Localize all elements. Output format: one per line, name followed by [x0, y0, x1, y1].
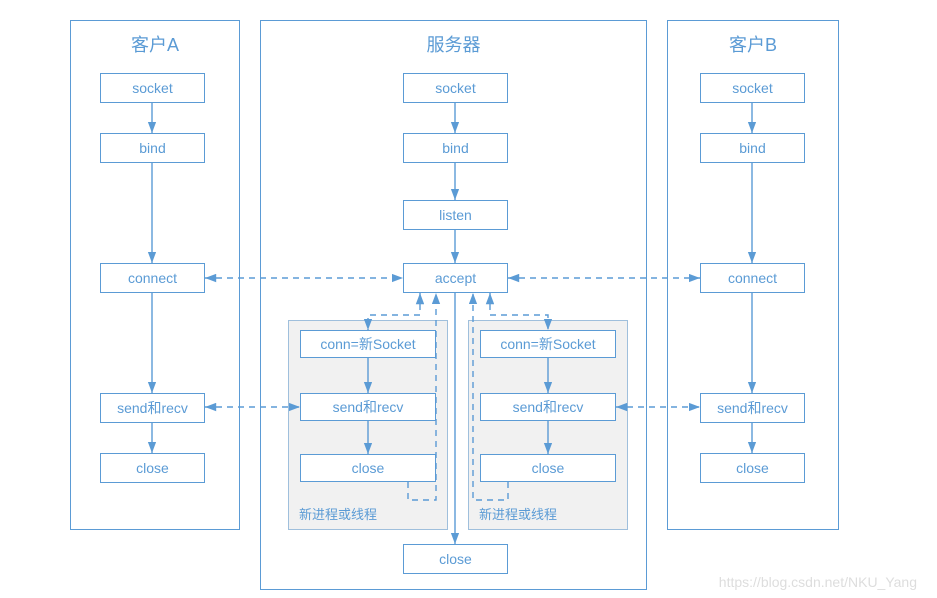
- node-s-close: close: [403, 544, 508, 574]
- node-ta-sendrecv: send和recv: [300, 393, 436, 421]
- node-a-connect: connect: [100, 263, 205, 293]
- lane-title-client-a: 客户A: [71, 21, 239, 63]
- subgroup-thread-b-label: 新进程或线程: [479, 504, 557, 523]
- node-b-sendrecv: send和recv: [700, 393, 805, 423]
- node-s-listen: listen: [403, 200, 508, 230]
- node-b-connect: connect: [700, 263, 805, 293]
- node-s-bind: bind: [403, 133, 508, 163]
- node-b-bind: bind: [700, 133, 805, 163]
- node-b-close: close: [700, 453, 805, 483]
- node-tb-conn: conn=新Socket: [480, 330, 616, 358]
- node-a-close: close: [100, 453, 205, 483]
- node-ta-close: close: [300, 454, 436, 482]
- node-a-sendrecv: send和recv: [100, 393, 205, 423]
- lane-title-server: 服务器: [261, 21, 646, 63]
- node-a-socket: socket: [100, 73, 205, 103]
- subgroup-thread-a-label: 新进程或线程: [299, 504, 377, 523]
- node-tb-close: close: [480, 454, 616, 482]
- node-s-accept: accept: [403, 263, 508, 293]
- node-tb-sendrecv: send和recv: [480, 393, 616, 421]
- watermark: https://blog.csdn.net/NKU_Yang: [719, 574, 917, 590]
- node-a-bind: bind: [100, 133, 205, 163]
- node-ta-conn: conn=新Socket: [300, 330, 436, 358]
- node-b-socket: socket: [700, 73, 805, 103]
- node-s-socket: socket: [403, 73, 508, 103]
- lane-title-client-b: 客户B: [668, 21, 838, 63]
